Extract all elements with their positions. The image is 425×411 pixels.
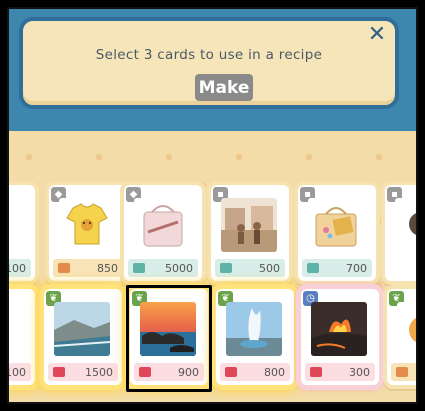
tshirt-art <box>59 198 115 252</box>
price-bar <box>391 363 416 381</box>
card-tote-bag[interactable]: ▪ 700 <box>298 185 376 281</box>
card-village[interactable]: ▪ 500 <box>211 185 289 281</box>
price-value: 100 <box>7 261 26 275</box>
price-icon <box>310 367 322 377</box>
price-bar: 5000 <box>128 259 198 277</box>
price-value: 800 <box>264 365 285 379</box>
price-value: 850 <box>97 261 118 275</box>
partial-art <box>395 198 416 252</box>
village-art <box>221 198 277 252</box>
price-bar: 500 <box>215 259 285 277</box>
geyser-art <box>226 302 282 356</box>
price-value: 1500 <box>85 365 113 379</box>
card-partial-right-row1[interactable]: ▪ <box>385 185 416 281</box>
price-bar: 100 <box>7 363 31 381</box>
price-bar: 700 <box>302 259 372 277</box>
selection-highlight <box>126 285 212 392</box>
card-partial-right-row2[interactable]: ❦ <box>387 289 416 385</box>
price-value: 700 <box>346 261 367 275</box>
price-bar: 1500 <box>48 363 118 381</box>
instruction-text: Select 3 cards to use in a recipe <box>95 47 323 63</box>
card-lava[interactable]: ◷ 300 <box>301 289 379 385</box>
card-partial-left-row2[interactable]: 100 <box>7 289 35 385</box>
price-value: 500 <box>259 261 280 275</box>
card-tshirt[interactable]: ◆ 850 <box>49 185 127 281</box>
price-icon <box>133 263 145 273</box>
price-value: 300 <box>349 365 370 379</box>
peace-bag-art <box>134 198 190 252</box>
make-button[interactable]: Make <box>195 74 253 101</box>
cliffs-art <box>54 302 110 356</box>
card-cliffs[interactable]: ❦ 1500 <box>44 289 122 385</box>
recipe-banner: Select 3 cards to use in a recipe Make ✕ <box>19 17 399 109</box>
card-partial-left-row1[interactable]: 100 <box>7 185 35 281</box>
price-bar: 800 <box>220 363 290 381</box>
price-icon <box>53 367 65 377</box>
partial-art <box>397 302 416 356</box>
price-icon <box>220 263 232 273</box>
price-bar: 100 <box>7 259 31 277</box>
card-geyser[interactable]: ❦ 800 <box>216 289 294 385</box>
price-bar: 300 <box>305 363 375 381</box>
price-value: 5000 <box>165 261 193 275</box>
price-bar: 850 <box>53 259 123 277</box>
game-screen: Select 3 cards to use in a recipe Make ✕… <box>7 7 418 404</box>
price-icon <box>307 263 319 273</box>
price-icon <box>396 367 408 377</box>
price-value: 100 <box>7 365 26 379</box>
lava-art <box>311 302 367 356</box>
price-icon <box>225 367 237 377</box>
price-icon <box>58 263 70 273</box>
close-icon[interactable]: ✕ <box>367 24 387 46</box>
tote-bag-art <box>308 198 364 252</box>
card-peace-bag[interactable]: ◆ 5000 <box>124 185 202 281</box>
